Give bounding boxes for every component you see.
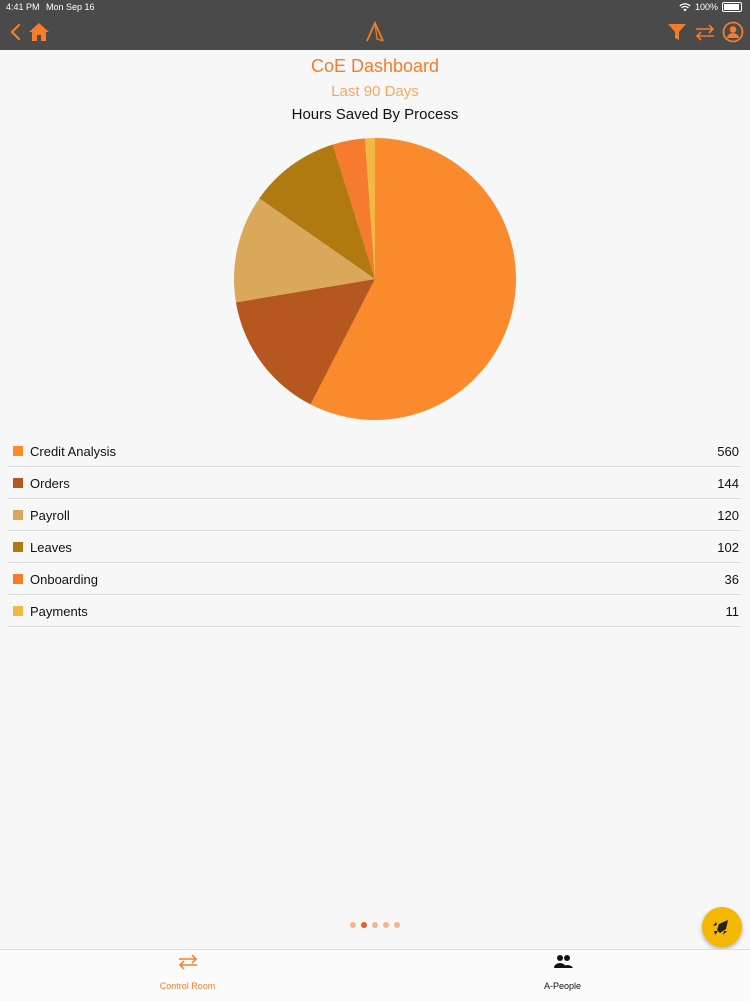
- legend-swatch: [13, 478, 23, 488]
- rocket-button[interactable]: [702, 907, 742, 947]
- swap-arrows-icon: [178, 954, 198, 970]
- page-dot[interactable]: [372, 922, 378, 928]
- rocket-icon: [713, 920, 728, 935]
- legend-swatch: [13, 510, 23, 520]
- status-right: 100%: [679, 2, 742, 12]
- legend-value: 36: [724, 572, 739, 587]
- legend-row[interactable]: Payroll 120: [8, 499, 741, 531]
- legend-swatch: [13, 542, 23, 552]
- chart-title: Hours Saved By Process: [291, 106, 459, 123]
- legend-swatch: [13, 606, 23, 616]
- legend-label: Credit Analysis: [30, 444, 116, 459]
- legend-row[interactable]: Credit Analysis 560: [8, 435, 741, 467]
- tab-label: A-People: [543, 981, 582, 991]
- page-dot[interactable]: [394, 922, 400, 928]
- legend-label: Payroll: [30, 508, 70, 523]
- legend-label: Orders: [30, 476, 70, 491]
- legend-label: Payments: [30, 604, 88, 619]
- legend-value: 560: [717, 444, 739, 459]
- legend-list: Credit Analysis 560 Orders 144 Payroll 120 Lea…: [8, 435, 741, 627]
- legend-swatch: [13, 446, 23, 456]
- status-date: Mon Sep 16: [46, 2, 95, 12]
- nav-bar: [0, 14, 750, 50]
- user-icon[interactable]: [722, 21, 744, 43]
- page-dot[interactable]: [350, 922, 356, 928]
- status-bar: 4:41 PM Mon Sep 16 100%: [0, 0, 750, 14]
- tab-a-people[interactable]: A-People: [375, 950, 750, 1001]
- home-icon[interactable]: [28, 21, 50, 43]
- legend-label: Leaves: [30, 540, 72, 555]
- legend-value: 144: [717, 476, 739, 491]
- app-logo-icon: [366, 21, 384, 42]
- tab-label: Control Room: [159, 981, 216, 991]
- page-dot[interactable]: [383, 922, 389, 928]
- legend-row[interactable]: Payments 11: [8, 595, 741, 627]
- people-icon: [554, 955, 573, 968]
- status-time: 4:41 PM: [6, 2, 40, 12]
- wifi-icon: [679, 2, 691, 11]
- battery-percent: 100%: [694, 2, 718, 12]
- legend-value: 102: [717, 540, 739, 555]
- legend-value: 120: [717, 508, 739, 523]
- page-title: CoE Dashboard: [310, 56, 440, 76]
- page-indicator[interactable]: [350, 922, 400, 928]
- legend-row[interactable]: Leaves 102: [8, 531, 741, 563]
- period-label: Last 90 Days: [331, 83, 419, 100]
- tab-bar: Control Room A-People: [0, 949, 750, 1001]
- swap-arrows-icon[interactable]: [694, 21, 716, 43]
- chevron-left-icon[interactable]: [6, 21, 28, 43]
- legend-value: 11: [725, 604, 740, 619]
- legend-row[interactable]: Orders 144: [8, 467, 741, 499]
- legend-swatch: [13, 574, 23, 584]
- pie-chart: [234, 138, 516, 420]
- filter-icon[interactable]: [666, 21, 688, 43]
- tab-control-room[interactable]: Control Room: [0, 950, 375, 1001]
- legend-row[interactable]: Onboarding 36: [8, 563, 741, 595]
- battery-icon: [722, 2, 742, 12]
- page-dot[interactable]: [361, 922, 367, 928]
- legend-label: Onboarding: [30, 572, 98, 587]
